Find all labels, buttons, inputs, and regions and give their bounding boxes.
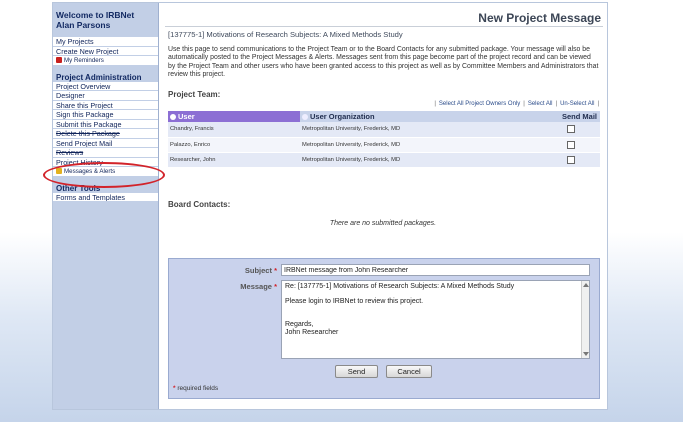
table-row: Palazzo, Enrico Metropolitan University,… — [168, 137, 600, 153]
column-header-organization[interactable]: User Organization — [300, 111, 540, 122]
mail-form: Subject * Message * Re: [137775-1] Motiv… — [168, 258, 600, 399]
sidebar-item-create-new-project[interactable]: Create New Project — [53, 46, 158, 56]
cell-organization: Metropolitan University, Frederick, MD — [300, 152, 540, 168]
cell-organization: Metropolitan University, Frederick, MD — [300, 137, 540, 153]
message-textarea[interactable]: Re: [137775-1] Motivations of Research S… — [281, 280, 590, 359]
project-title: [137775-1] Motivations of Research Subje… — [168, 30, 403, 39]
table-row: Researcher, John Metropolitan University… — [168, 152, 600, 168]
page-title: New Project Message — [478, 11, 601, 25]
sidebar-item-sign-package[interactable]: Sign this Package — [53, 110, 158, 120]
message-scrollbar[interactable] — [581, 281, 589, 358]
board-contacts-label: Board Contacts: — [168, 200, 231, 209]
send-button[interactable]: Send — [335, 365, 378, 378]
sidebar-item-delete-package[interactable]: Delete this Package — [53, 129, 158, 139]
sidebar-item-reviews[interactable]: Reviews — [53, 148, 158, 158]
main-content: New Project Message [137775-1] Motivatio… — [163, 3, 607, 409]
subject-label: Subject * — [244, 266, 277, 275]
table-header-row: User User Organization Send Mail — [168, 111, 600, 122]
sidebar-item-label: My Reminders — [64, 57, 104, 64]
welcome-title: Welcome to IRBNet — [56, 10, 135, 20]
project-team-label: Project Team: — [168, 90, 221, 99]
send-mail-checkbox[interactable] — [567, 155, 575, 164]
scroll-down-icon[interactable] — [583, 352, 589, 356]
select-links: | Select All Project Owners Only | Select A… — [434, 101, 599, 107]
sort-icon — [302, 114, 308, 120]
reminder-icon — [56, 57, 62, 63]
scroll-up-icon[interactable] — [583, 283, 589, 287]
highlight-circle — [43, 162, 165, 188]
project-admin-section: Project Administration Project Overview … — [53, 73, 158, 177]
project-admin-heading: Project Administration — [56, 72, 142, 82]
sidebar-top-links: My Projects Create New Project My Remind… — [53, 37, 158, 66]
title-divider — [165, 26, 603, 27]
column-header-send-mail: Send Mail — [540, 111, 600, 122]
send-mail-checkbox[interactable] — [567, 140, 575, 149]
intro-text: Use this page to send communications to … — [168, 46, 599, 79]
required-fields-note: * required fields — [173, 385, 219, 392]
user-name: Alan Parsons — [56, 20, 111, 30]
cell-user: Researcher, John — [168, 152, 300, 168]
no-packages-message: There are no submitted packages. — [329, 220, 437, 227]
message-line: John Researcher — [285, 329, 339, 337]
send-mail-checkbox[interactable] — [567, 125, 575, 134]
message-line: Regards, — [285, 320, 314, 328]
sidebar-item-my-reminders[interactable]: My Reminders — [53, 56, 158, 66]
column-header-user[interactable]: User — [168, 111, 300, 122]
welcome-block: Welcome to IRBNet Alan Parsons — [53, 3, 158, 30]
select-owners-link[interactable]: Select All Project Owners Only — [439, 101, 520, 107]
subject-input[interactable] — [281, 264, 590, 276]
cell-user: Palazzo, Enrico — [168, 137, 300, 153]
sidebar-item-designer[interactable]: Designer — [53, 91, 158, 101]
cell-user: Chandry, Francis — [168, 122, 300, 138]
cancel-button[interactable]: Cancel — [386, 365, 432, 378]
sidebar-item-my-projects[interactable]: My Projects — [53, 37, 158, 47]
sidebar-item-forms-templates[interactable]: Forms and Templates — [53, 192, 158, 202]
sort-icon — [170, 114, 176, 120]
sidebar: Welcome to IRBNet Alan Parsons My Projec… — [53, 3, 159, 409]
sidebar-item-project-overview[interactable]: Project Overview — [53, 81, 158, 91]
message-line: Re: [137775-1] Motivations of Research S… — [285, 283, 515, 290]
message-label: Message * — [240, 282, 277, 291]
table-row: Chandry, Francis Metropolitan University… — [168, 122, 600, 138]
sidebar-item-send-project-mail[interactable]: Send Project Mail — [53, 138, 158, 148]
cell-organization: Metropolitan University, Frederick, MD — [300, 122, 540, 138]
sidebar-item-share-project[interactable]: Share this Project — [53, 100, 158, 110]
select-all-link[interactable]: Select All — [528, 101, 553, 107]
message-line: Please login to IRBNet to review this pr… — [285, 298, 424, 306]
app-frame: Welcome to IRBNet Alan Parsons My Projec… — [43, 2, 608, 410]
unselect-all-link[interactable]: Un-Select All — [560, 101, 594, 107]
sidebar-item-submit-package[interactable]: Submit this Package — [53, 119, 158, 129]
project-team-table: User User Organization Send Mail Chandry… — [168, 111, 600, 168]
